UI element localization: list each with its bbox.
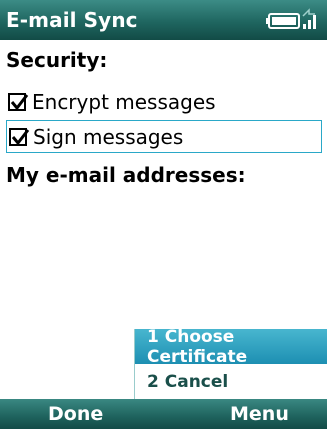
window-title: E-mail Sync xyxy=(6,8,138,32)
security-heading: Security: xyxy=(6,48,108,72)
menu-item-choose-certificate[interactable]: 1 Choose Certificate xyxy=(135,327,327,367)
checkbox-checked-icon[interactable] xyxy=(9,127,30,146)
sign-messages-label: Sign messages xyxy=(33,124,184,149)
signal-icon xyxy=(302,8,316,29)
menu-item-cancel[interactable]: 2 Cancel xyxy=(135,364,327,399)
battery-icon xyxy=(266,8,316,29)
softkey-bar: Done Menu xyxy=(0,399,327,429)
sign-messages-option[interactable]: Sign messages xyxy=(6,120,322,153)
encrypt-messages-option[interactable]: Encrypt messages xyxy=(6,85,322,118)
email-addresses-heading: My e-mail addresses: xyxy=(6,163,246,187)
context-menu: 1 Choose Certificate 2 Cancel xyxy=(134,327,327,399)
done-softkey[interactable]: Done xyxy=(48,403,103,425)
checkbox-checked-icon[interactable] xyxy=(8,92,29,111)
status-icons xyxy=(265,6,321,34)
menu-softkey[interactable]: Menu xyxy=(230,403,289,425)
encrypt-messages-label: Encrypt messages xyxy=(32,89,216,114)
title-bar: E-mail Sync xyxy=(0,0,327,40)
